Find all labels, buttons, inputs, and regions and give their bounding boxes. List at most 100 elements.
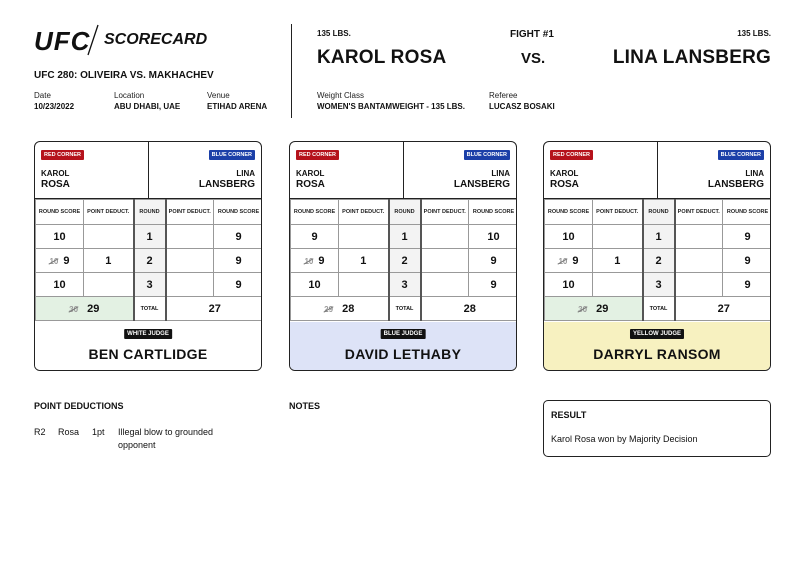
total-row: 30 29 TOTAL 27 [35, 296, 261, 321]
event-name: UFC 280: OLIVEIRA VS. MAKHACHEV [34, 70, 214, 81]
round-row: 10 3 9 [35, 272, 261, 297]
round-row: 10 3 9 [544, 272, 770, 297]
deduction-fighter: Rosa [58, 427, 80, 437]
judge-badge: BLUE JUDGE [380, 329, 426, 339]
logo-slash-divider [87, 24, 99, 56]
corner-header: RED CORNER KAROL ROSA BLUE CORNER LINA L… [35, 142, 261, 199]
red-corner-badge: RED CORNER [41, 150, 84, 160]
judge-card: RED CORNER KAROL ROSA BLUE CORNER LINA L… [34, 141, 262, 371]
corner-header: RED CORNER KAROL ROSA BLUE CORNER LINA L… [544, 142, 770, 199]
location-label: Location [114, 91, 145, 100]
judge-badge: WHITE JUDGE [124, 329, 172, 339]
red-point-deduction [83, 272, 134, 297]
venue-label: Venue [207, 91, 230, 100]
red-corner-fighter: KAROL ROSA [550, 168, 579, 190]
blue-corner-fighter: LINA LANSBERG [708, 168, 764, 190]
red-point-deduction: 1 [592, 248, 643, 273]
round-number: 2 [132, 248, 167, 273]
crossed-out-score: 10 [304, 256, 314, 266]
round-number: 2 [387, 248, 422, 273]
judge-name: BEN CARTLIDGE [88, 346, 208, 362]
blue-round-score-header: ROUND SCORE [468, 199, 516, 225]
referee-value: LUCASZ BOSAKI [489, 102, 555, 111]
blue-corner-badge: BLUE CORNER [463, 150, 510, 160]
round-number: 3 [641, 272, 676, 297]
red-round-score-cell: 10 [35, 272, 84, 297]
red-first-name: KAROL [550, 169, 579, 178]
red-round-score: 9 [311, 230, 318, 243]
vs-label: VS. [521, 50, 546, 67]
blue-point-deduction [674, 224, 723, 249]
crossed-out-score: 10 [558, 256, 568, 266]
round-row: 10 9 1 2 9 [35, 248, 261, 273]
red-round-score: 9 [318, 254, 325, 267]
blue-round-score: 9 [213, 224, 261, 249]
red-corner-fighter: KAROL ROSA [296, 168, 325, 190]
red-round-score: 10 [53, 230, 66, 243]
red-last-name: ROSA [550, 179, 579, 190]
location-value: ABU DHABI, UAE [114, 102, 181, 111]
red-total-cell: 30 29 [35, 296, 134, 321]
deduction-reason-line1: Illegal blow to grounded [118, 427, 214, 437]
red-point-deduction [592, 224, 643, 249]
blue-first-name: LINA [236, 169, 255, 178]
red-round-score: 10 [308, 278, 321, 291]
red-point-deduction [338, 224, 389, 249]
judge-card: RED CORNER KAROL ROSA BLUE CORNER LINA L… [289, 141, 517, 371]
blue-point-deduction [674, 272, 723, 297]
blue-first-name: LINA [491, 169, 510, 178]
blue-corner-fighter: LINA LANSBERG [199, 168, 255, 190]
weight-class-value: WOMEN'S BANTAMWEIGHT - 135 LBS. [317, 102, 465, 111]
red-round-score-header: ROUND SCORE [544, 199, 593, 225]
red-round-score: 9 [63, 254, 70, 267]
right-fighter-name: LINA LANSBERG [612, 47, 771, 68]
blue-round-score: 9 [213, 248, 261, 273]
crossed-out-total: 30 [69, 304, 79, 314]
score-table: ROUND SCORE POINT DEDUCT. ROUND POINT DE… [290, 199, 516, 321]
blue-total: 27 [674, 296, 770, 321]
red-round-score-cell: 10 [290, 272, 339, 297]
round-number: 1 [387, 224, 422, 249]
red-total: 29 [87, 302, 100, 315]
red-corner-badge: RED CORNER [296, 150, 339, 160]
red-last-name: ROSA [296, 179, 325, 190]
red-round-score: 10 [562, 230, 575, 243]
ufc-logo: UFC [34, 26, 91, 56]
score-header-row: ROUND SCORE POINT DEDUCT. ROUND POINT DE… [544, 199, 770, 225]
red-round-score-header: ROUND SCORE [290, 199, 339, 225]
deduction-round: R2 [34, 427, 46, 437]
blue-round-score: 9 [722, 224, 770, 249]
venue-value: ETIHAD ARENA [207, 102, 268, 111]
score-header-row: ROUND SCORE POINT DEDUCT. ROUND POINT DE… [290, 199, 516, 225]
red-last-name: ROSA [41, 179, 70, 190]
deduction-points: 1pt [92, 427, 105, 437]
notes-title: NOTES [289, 401, 321, 411]
red-total: 28 [342, 302, 355, 315]
header-divider [291, 24, 292, 118]
scorecard-title: SCORECARD [104, 31, 208, 48]
blue-corner-fighter: LINA LANSBERG [454, 168, 510, 190]
blue-round-score: 9 [722, 248, 770, 273]
round-number: 1 [132, 224, 167, 249]
red-round-score-cell: 9 [290, 224, 339, 249]
red-first-name: KAROL [41, 169, 70, 178]
red-round-score: 10 [53, 278, 66, 291]
blue-point-deduct-header: POINT DEDUCT. [420, 199, 469, 225]
blue-round-score: 9 [468, 248, 516, 273]
judge-area: YELLOW JUDGE DARRYL RANSOM [544, 322, 770, 370]
red-round-score: 10 [562, 278, 575, 291]
judge-name: DAVID LETHABY [344, 346, 462, 362]
fight-number: FIGHT #1 [510, 29, 554, 40]
red-total: 29 [596, 302, 609, 315]
deduction-reason-line2: opponent [118, 440, 156, 450]
red-total-cell: 29 28 [290, 296, 389, 321]
round-row: 10 9 1 2 9 [290, 248, 516, 273]
blue-point-deduction [674, 248, 723, 273]
round-row: 10 9 1 2 9 [544, 248, 770, 273]
total-row: 29 28 TOTAL 28 [290, 296, 516, 321]
red-total-cell: 30 29 [544, 296, 643, 321]
blue-total: 28 [420, 296, 516, 321]
point-deductions-title: POINT DEDUCTIONS [34, 401, 124, 411]
red-round-score-cell: 10 [544, 224, 593, 249]
total-label: TOTAL [132, 296, 167, 321]
